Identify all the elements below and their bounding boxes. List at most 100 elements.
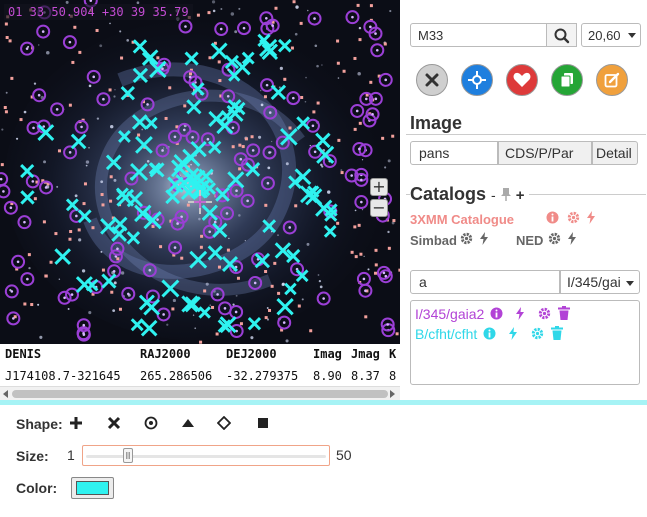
rhomb-shape-icon[interactable] (217, 416, 231, 430)
gaia-marker-center (41, 30, 45, 33)
catalog-filter-input[interactable] (410, 270, 560, 294)
xmm-marker (77, 228, 81, 232)
xmm-marker (23, 302, 27, 306)
star-point (238, 214, 241, 217)
xmm-marker (188, 72, 192, 76)
zoom-out-button[interactable]: − (370, 199, 388, 217)
lightning-icon[interactable] (515, 307, 525, 320)
catalogs-minus[interactable]: - (491, 187, 496, 203)
star-point (384, 166, 387, 169)
scroll-right-icon[interactable] (390, 390, 395, 398)
target-search-input[interactable] (410, 23, 547, 47)
star-point (367, 268, 370, 271)
star-point (357, 71, 361, 76)
xmm-marker (358, 38, 362, 42)
catalog-ned[interactable]: NED (516, 233, 543, 248)
table-row[interactable]: J174108.7-321645 265.286506 -32.279375 8.90… (5, 369, 396, 383)
xmm-marker (78, 50, 82, 54)
survey-input[interactable] (410, 141, 498, 165)
sky-view[interactable]: 01 33 50.904 +30 39 35.79 + − (0, 0, 400, 344)
star-point (361, 209, 364, 211)
trash-icon[interactable] (558, 306, 570, 320)
star-point (387, 159, 391, 163)
image-section-border (406, 134, 646, 135)
add-catalog-button[interactable]: + (516, 187, 525, 204)
star-point (113, 95, 116, 98)
star-point (39, 335, 43, 339)
sky-image[interactable] (0, 0, 400, 344)
size-slider[interactable] (82, 445, 330, 466)
xmm-marker (116, 257, 120, 261)
detail-button[interactable]: Detail (592, 141, 638, 165)
xmm-marker (196, 13, 200, 17)
list-item[interactable]: I/345/gaia2 (415, 306, 484, 322)
star-point (234, 30, 238, 34)
survey-select[interactable]: CDS/P/Par (498, 141, 592, 165)
gear-icon[interactable] (460, 232, 473, 245)
center-view-button[interactable] (461, 64, 493, 96)
star-point (1, 128, 4, 131)
gear-icon[interactable] (531, 327, 544, 340)
gaia-marker-center (162, 313, 165, 316)
color-picker[interactable] (71, 477, 114, 499)
lightning-icon[interactable] (567, 232, 577, 245)
xmm-marker (4, 22, 8, 26)
list-item[interactable]: B/cfht/cfht (415, 326, 477, 342)
square-shape-icon[interactable] (256, 416, 270, 430)
xmm-marker (250, 135, 254, 139)
info-icon[interactable] (490, 307, 503, 320)
close-button[interactable] (416, 64, 448, 96)
star-point (194, 327, 197, 330)
star-point (220, 7, 223, 10)
gear-icon[interactable] (567, 211, 580, 224)
trash-icon[interactable] (551, 326, 563, 340)
edit-button[interactable] (596, 64, 628, 96)
lightning-icon[interactable] (479, 232, 489, 245)
star-point (45, 50, 50, 55)
gaia-marker-center (355, 109, 359, 113)
catalog-select[interactable]: I/345/gai (560, 270, 640, 294)
scroll-thumb[interactable] (12, 390, 388, 398)
plus-shape-icon[interactable] (69, 416, 83, 430)
gear-icon[interactable] (538, 307, 551, 320)
xmm-marker (336, 61, 340, 65)
gaia-marker-center (75, 214, 78, 218)
info-icon[interactable] (546, 211, 559, 224)
gaia-marker-center (37, 93, 41, 97)
scroll-left-icon[interactable] (3, 390, 8, 398)
catalog-simbad[interactable]: Simbad (410, 233, 457, 248)
shape-label: Shape: (16, 416, 63, 432)
gaia-marker-center (288, 226, 292, 229)
xmm-marker (71, 60, 75, 64)
search-button[interactable] (547, 23, 577, 47)
copy-icon (560, 73, 573, 88)
gaia-marker-center (271, 24, 274, 27)
xmm-marker (215, 332, 219, 336)
xmm-marker (364, 315, 368, 319)
table-header: DENIS RAJ2000 DEJ2000 Imag Jmag K (5, 347, 396, 361)
star-point (23, 110, 27, 114)
gaia-marker-center (126, 292, 130, 296)
gear-icon[interactable] (548, 232, 561, 245)
slider-thumb[interactable] (123, 448, 133, 463)
star-point (166, 323, 169, 326)
fov-select[interactable]: 20,60 (581, 23, 641, 47)
circle-shape-icon[interactable] (144, 416, 158, 430)
lightning-icon[interactable] (508, 327, 518, 340)
gaia-marker-center (364, 289, 367, 293)
zoom-in-button[interactable]: + (370, 178, 388, 196)
cross-shape-icon[interactable] (107, 416, 121, 430)
horizontal-scrollbar[interactable] (0, 386, 400, 400)
gaia-marker-center (360, 178, 363, 182)
xmm-marker (238, 167, 242, 171)
star-point (78, 238, 82, 242)
xmm-marker (57, 149, 61, 153)
star-point (317, 274, 320, 276)
star-point (230, 12, 235, 16)
lightning-icon[interactable] (586, 211, 596, 224)
catalog-3xmm[interactable]: 3XMM Catalogue (410, 212, 514, 227)
favorite-button[interactable] (506, 64, 538, 96)
copy-button[interactable] (551, 64, 583, 96)
triangle-shape-icon[interactable] (181, 416, 195, 430)
info-icon[interactable] (483, 327, 496, 340)
